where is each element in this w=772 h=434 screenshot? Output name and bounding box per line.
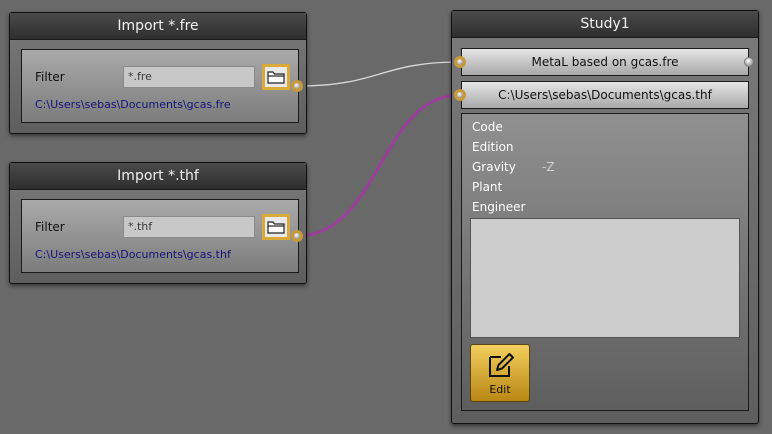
property-edition-label: Edition [472, 140, 514, 154]
folder-open-icon [267, 71, 285, 84]
study-output-port[interactable] [744, 57, 754, 67]
folder-open-icon [267, 221, 285, 234]
study-input-port-fre[interactable] [454, 56, 466, 68]
import-thf-title: Import *.thf [10, 163, 306, 190]
property-plant-label: Plant [472, 180, 503, 194]
output-port-fre[interactable] [291, 80, 303, 92]
import-fre-title: Import *.fre [10, 13, 306, 40]
edit-button[interactable]: Edit [470, 344, 530, 402]
edit-button-label: Edit [489, 383, 511, 396]
study-notes-area[interactable] [470, 218, 740, 338]
study-input-port-thf[interactable] [454, 89, 466, 101]
filter-input-thf[interactable]: *.thf [123, 216, 255, 238]
import-fre-panel: Filter *.fre C:\Users\sebas\Documents\gc… [21, 49, 299, 123]
filter-label: Filter [35, 70, 65, 84]
property-code-label: Code [472, 120, 503, 134]
property-gravity-value: -Z [542, 160, 555, 174]
browse-button-fre[interactable] [262, 64, 290, 90]
file-path-fre: C:\Users\sebas\Documents\gcas.fre [35, 98, 231, 111]
import-fre-node[interactable]: Import *.fre Filter *.fre C:\Users\sebas… [9, 12, 307, 134]
study-properties-panel: Code Edition Gravity -Z Plant Engineer E… [461, 113, 749, 411]
filter-input-fre[interactable]: *.fre [123, 66, 255, 88]
study-input-fre-row[interactable]: MetaL based on gcas.fre [461, 48, 749, 76]
file-path-thf: C:\Users\sebas\Documents\gcas.thf [35, 248, 231, 261]
wire-fre-to-study[interactable] [296, 61, 461, 87]
study-node[interactable]: Study1 MetaL based on gcas.fre C:\Users\… [451, 10, 759, 424]
output-port-thf[interactable] [291, 230, 303, 242]
import-thf-panel: Filter *.thf C:\Users\sebas\Documents\gc… [21, 199, 299, 273]
wire-thf-to-study[interactable] [296, 93, 461, 238]
study-title: Study1 [452, 11, 758, 38]
property-engineer-label: Engineer [472, 200, 526, 214]
study-input-thf-row[interactable]: C:\Users\sebas\Documents\gcas.thf [461, 81, 749, 109]
import-thf-node[interactable]: Import *.thf Filter *.thf C:\Users\sebas… [9, 162, 307, 284]
property-gravity-label: Gravity [472, 160, 516, 174]
browse-button-thf[interactable] [262, 214, 290, 240]
filter-label: Filter [35, 220, 65, 234]
pencil-edit-icon [489, 353, 514, 377]
